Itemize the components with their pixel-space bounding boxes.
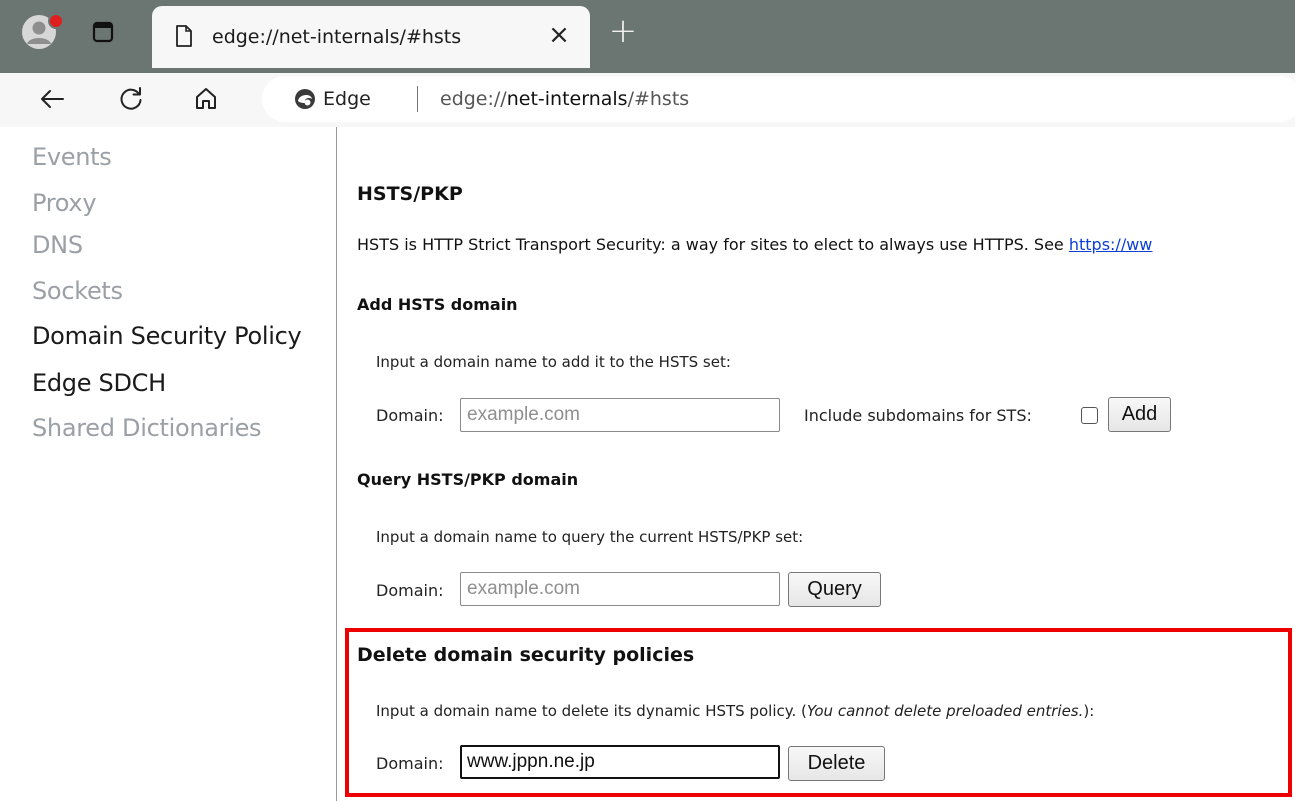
- sidebar: Events Proxy DNS Sockets Domain Security…: [0, 127, 337, 801]
- query-domain-input[interactable]: [460, 572, 780, 606]
- back-arrow-icon[interactable]: [36, 83, 68, 115]
- intro-text: HSTS is HTTP Strict Transport Security: …: [357, 235, 1152, 254]
- query-description: Input a domain name to query the current…: [376, 528, 804, 546]
- add-button[interactable]: Add: [1108, 397, 1171, 432]
- page-icon: [176, 25, 192, 47]
- edge-logo-icon: [295, 89, 315, 109]
- url-scheme: edge://: [440, 88, 507, 110]
- active-tab[interactable]: edge://net-internals/#hsts ×: [152, 6, 590, 68]
- hsts-info-link[interactable]: https://ww: [1069, 235, 1153, 254]
- query-domain-label: Domain:: [376, 581, 444, 600]
- tab-strip: edge://net-internals/#hsts × +: [0, 0, 1295, 73]
- include-subdomains-checkbox[interactable]: [1081, 407, 1098, 424]
- sidebar-item-dns[interactable]: DNS: [32, 231, 83, 259]
- highlight-box: [345, 628, 1292, 797]
- sidebar-item-sockets[interactable]: Sockets: [32, 277, 123, 305]
- sidebar-item-events[interactable]: Events: [32, 143, 112, 171]
- include-subdomains-label: Include subdomains for STS:: [804, 406, 1032, 425]
- query-button[interactable]: Query: [788, 572, 881, 607]
- home-icon[interactable]: [190, 83, 222, 115]
- tab-title: edge://net-internals/#hsts: [212, 26, 462, 48]
- site-chip-label: Edge: [323, 88, 371, 110]
- address-divider: [417, 86, 418, 112]
- new-tab-button[interactable]: +: [605, 14, 641, 50]
- add-hsts-description: Input a domain name to add it to the HST…: [376, 353, 731, 371]
- add-hsts-heading: Add HSTS domain: [357, 295, 518, 314]
- toolbar: Edge edge://net-internals/#hsts: [0, 73, 1295, 127]
- sidebar-item-shared-dictionaries[interactable]: Shared Dictionaries: [32, 414, 262, 442]
- refresh-icon[interactable]: [115, 83, 147, 115]
- tab-actions-icon[interactable]: [90, 19, 116, 45]
- page-title: HSTS/PKP: [357, 183, 463, 205]
- url-text[interactable]: edge://net-internals/#hsts: [440, 88, 689, 110]
- url-host: net-internals: [506, 88, 628, 110]
- address-bar[interactable]: Edge edge://net-internals/#hsts: [262, 76, 1295, 122]
- url-path: /#hsts: [627, 88, 690, 110]
- sidebar-item-domain-security-policy[interactable]: Domain Security Policy: [32, 322, 302, 350]
- sidebar-item-edge-sdch[interactable]: Edge SDCH: [32, 369, 166, 397]
- intro-sentence: HSTS is HTTP Strict Transport Security: …: [357, 235, 1069, 254]
- add-domain-label: Domain:: [376, 406, 444, 425]
- tab-close-icon[interactable]: ×: [544, 20, 574, 50]
- notification-dot-icon: [48, 13, 64, 29]
- add-domain-input[interactable]: [460, 398, 780, 432]
- query-heading: Query HSTS/PKP domain: [357, 470, 579, 489]
- profile-avatar-icon[interactable]: [22, 13, 64, 49]
- sidebar-item-proxy[interactable]: Proxy: [32, 189, 97, 217]
